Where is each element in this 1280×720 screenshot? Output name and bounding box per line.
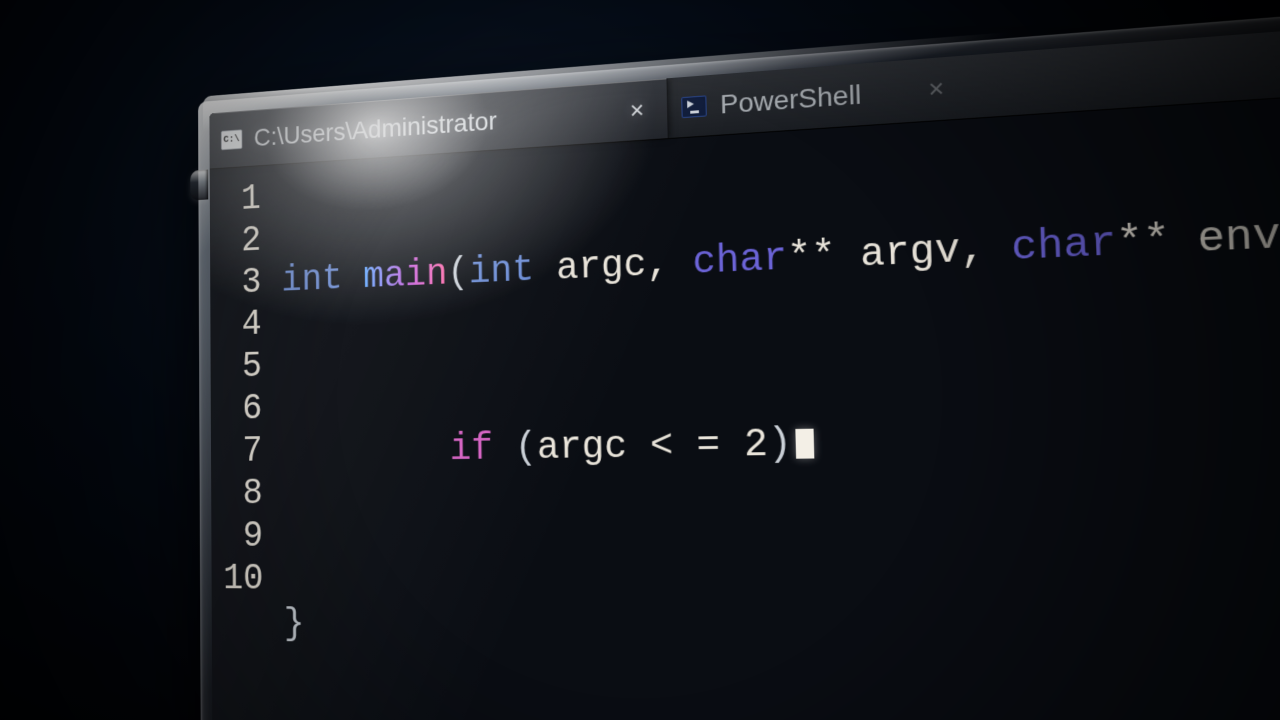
- line-number: 7: [222, 431, 262, 474]
- tok-int: int: [469, 249, 557, 295]
- powershell-icon: [681, 95, 707, 118]
- line-number: 5: [222, 346, 262, 389]
- line-number: 8: [223, 473, 263, 516]
- tok-sep: ,: [646, 242, 693, 287]
- code-line-3: }: [284, 603, 1280, 670]
- tab-powershell-title: PowerShell: [720, 79, 862, 120]
- tok-paren: (: [447, 253, 469, 296]
- tok-argc: argc: [537, 426, 651, 471]
- line-number: 1: [221, 178, 261, 222]
- tok-main: main: [363, 254, 448, 299]
- code-line-2: if (argc < = 2): [283, 411, 1280, 474]
- tab-cmd-title: C:\Users\Administrator: [254, 106, 497, 152]
- line-number: 9: [223, 516, 263, 559]
- line-gutter: 1 2 3 4 5 6 7 8 9 10: [210, 165, 280, 720]
- tok-char: char: [1011, 222, 1118, 273]
- line-number: 10: [223, 558, 263, 601]
- terminal-window-3d: C:\Users\Administrator × PowerShell × – …: [209, 3, 1280, 720]
- tok-paren: (: [515, 428, 538, 471]
- cmd-icon: [221, 129, 242, 150]
- tok-envp: envp: [1197, 212, 1280, 264]
- line-number: 4: [222, 304, 262, 347]
- text-cursor: [796, 429, 815, 459]
- line-number: 6: [222, 388, 262, 431]
- tok-paren: ): [767, 423, 792, 468]
- tok-stars: **: [787, 234, 861, 282]
- code-area[interactable]: int main(int argc, char** argv, char** e…: [276, 91, 1280, 720]
- tok-if: if: [449, 428, 515, 471]
- tok-argc: argc: [556, 245, 647, 292]
- tab-cmd-close[interactable]: ×: [624, 95, 650, 126]
- tok-int: int: [281, 258, 363, 302]
- terminal-window: C:\Users\Administrator × PowerShell × – …: [209, 3, 1280, 720]
- editor[interactable]: 1 2 3 4 5 6 7 8 9 10 int main(int argc, …: [210, 74, 1280, 720]
- line-number: 2: [221, 220, 261, 264]
- tok-brace: }: [284, 604, 305, 646]
- code-line-1: int main(int argc, char** argv, char** e…: [281, 207, 1280, 303]
- line-number: 3: [222, 262, 262, 306]
- tab-powershell-close[interactable]: ×: [922, 73, 951, 106]
- tok-num: 2: [743, 423, 768, 468]
- tok-sep: ,: [959, 227, 1012, 275]
- tok-argv: argv: [859, 229, 960, 278]
- tok-char: char: [692, 238, 788, 286]
